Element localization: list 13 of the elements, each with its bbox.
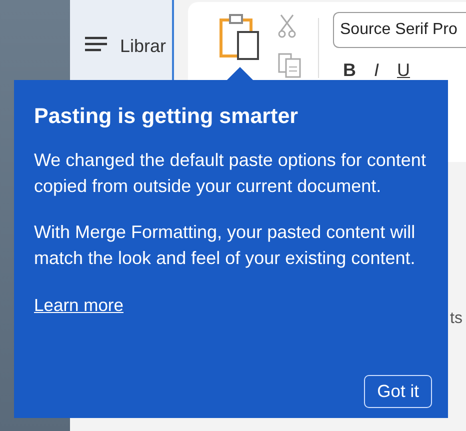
- side-text: ts: [450, 310, 462, 328]
- font-field[interactable]: Source Serif Pro: [333, 12, 466, 48]
- format-button[interactable]: B: [343, 60, 356, 81]
- callout-text: We changed the default paste options for content copied from outside your current document.: [34, 149, 427, 198]
- clipboard-icon[interactable]: [218, 12, 262, 60]
- format-button[interactable]: U: [397, 60, 410, 81]
- callout-text: With Merge Formatting, your pasted content will match the look and feel of your existing content.: [34, 221, 416, 270]
- callout-title: Pasting is getting smarter: [34, 104, 300, 129]
- got-it-button[interactable]: Got it: [364, 375, 432, 408]
- library-title: Librar: [120, 36, 168, 57]
- menu-icon[interactable]: [84, 36, 108, 52]
- format-button[interactable]: I: [374, 60, 380, 81]
- learn-more-link[interactable]: Learn more: [34, 295, 124, 316]
